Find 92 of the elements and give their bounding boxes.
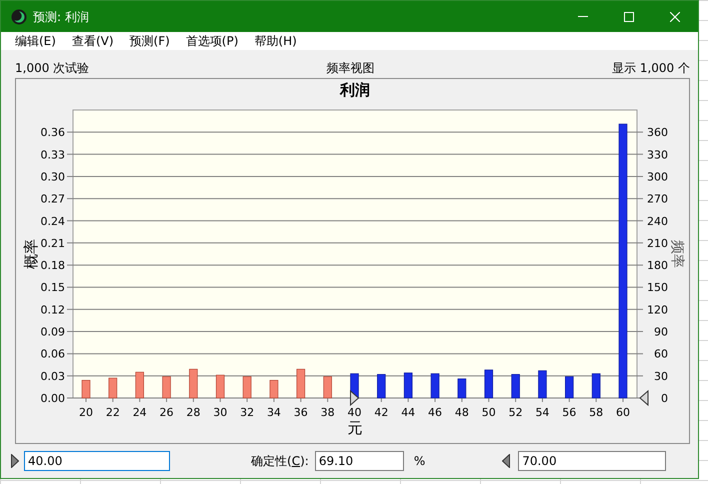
tick-label: 0.06 [40,348,65,361]
bar [216,374,225,398]
tick-label: 38 [320,406,335,419]
bar [82,380,90,398]
bar [458,378,466,398]
menu-item[interactable]: 查看(V) [64,32,122,50]
maximize-icon [624,12,634,22]
tick-label: 150 [647,281,668,294]
tick-label: 0.27 [40,192,65,206]
displayed-count: 显示 1,000 个 [612,60,690,77]
bar [592,373,600,398]
bar [377,374,386,398]
bar [108,378,118,398]
menu-item[interactable]: 预测(F) [122,32,178,50]
tick-label: 0.09 [40,326,65,339]
tick-label: 60 [654,348,668,361]
tick-label: 50 [482,406,496,419]
percent-unit: % [414,453,426,470]
tick-label: 270 [647,192,668,206]
tick-label: 58 [589,406,604,419]
tick-label: 210 [647,236,668,250]
certainty-label: 确定性(C): [251,453,309,470]
tick-label: 36 [294,406,308,419]
certainty-field[interactable]: 69.10 [314,451,404,471]
tick-label: 0.18 [40,259,65,272]
bar [242,376,252,398]
tick-label: 56 [562,406,576,419]
view-label: 频率视图 [326,60,375,77]
tick-label: 0.33 [40,148,65,162]
bar [296,368,306,398]
bar [162,376,171,398]
bar [484,370,494,398]
tick-label: 0.21 [40,236,65,250]
upper-marker-icon[interactable] [639,390,648,406]
chart-title: 利润 [340,81,370,99]
bar [404,372,412,398]
tick-label: 34 [266,406,281,419]
lower-marker-icon[interactable] [350,390,360,406]
tick-label: 0.36 [40,126,65,140]
y-axis-label: 概率 [22,239,40,269]
tick-label: 0.03 [40,370,65,383]
tick-label: 240 [647,214,668,228]
tick-label: 44 [401,406,416,419]
tick-label: 46 [428,406,442,419]
tick-label: 0 [661,392,668,405]
tick-label: 26 [160,406,174,419]
upper-marker-icon[interactable] [502,454,510,468]
app-logo-icon [11,8,27,24]
bar [323,376,332,398]
bar [565,376,574,398]
bar [189,368,198,398]
minimize-icon [578,16,588,17]
x-axis-label: 元 [348,419,362,437]
bar [538,370,547,398]
bar [270,380,278,398]
lower-marker-icon[interactable] [11,454,19,468]
trials-count: 1,000 次试验 [15,60,90,77]
bar [430,373,440,398]
tick-label: 60 [616,406,630,419]
lower-bound-field[interactable]: 40.00 [24,451,170,471]
tick-label: 52 [508,406,523,419]
tick-label: 300 [647,170,668,184]
tick-label: 0.30 [40,170,65,184]
window-title: 预测: 利润 [33,8,90,26]
tick-label: 120 [647,303,668,316]
tick-label: 32 [240,406,254,419]
tick-label: 0.15 [40,281,65,294]
tick-label: 48 [454,406,469,419]
tick-label: 180 [647,259,668,272]
menu-item[interactable]: 编辑(E) [7,32,64,50]
bar [511,374,520,398]
bar [135,372,144,398]
close-icon [670,12,680,22]
y-axis-label: 频率 [669,240,685,268]
tick-label: 30 [654,370,668,383]
tick-label: 30 [213,406,228,419]
tick-label: 28 [186,406,200,419]
tick-label: 24 [132,406,147,419]
tick-label: 22 [106,406,120,419]
menu-item[interactable]: 帮助(H) [246,32,305,50]
tick-label: 330 [647,148,668,162]
tick-label: 90 [654,326,668,339]
tick-label: 54 [535,406,550,419]
menu-item[interactable]: 首选项(P) [178,32,246,50]
tick-label: 360 [647,126,668,140]
tick-label: 0.00 [40,392,65,405]
tick-label: 0.12 [40,303,65,316]
tick-label: 0.24 [40,214,65,228]
tick-label: 42 [374,406,388,419]
tick-label: 40 [348,406,362,419]
upper-bound-field[interactable]: 70.00 [518,451,666,471]
tick-label: 20 [79,406,93,419]
